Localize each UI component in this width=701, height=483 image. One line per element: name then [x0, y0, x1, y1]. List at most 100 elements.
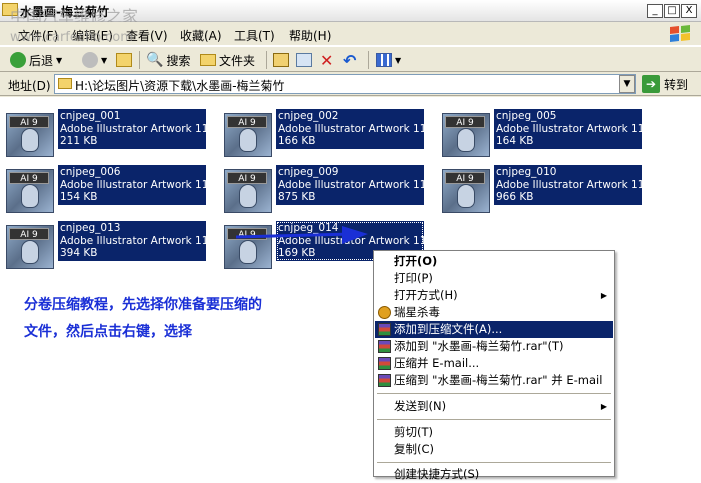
file-info: cnjpeg_013 Adobe Illustrator Artwork 11.… [58, 221, 206, 261]
file-name: cnjpeg_006 [60, 166, 121, 178]
chevron-down-icon: ▼ [623, 79, 631, 89]
title-bar[interactable]: 水墨画-梅兰菊竹 中国汽车维修之家 _ □ X [0, 0, 701, 26]
context-menu: 打开(O) 打印(P) 打开方式(H) ▶ 瑞星杀毒 添加到压缩文件(A)... … [373, 250, 615, 481]
up-folder-button[interactable] [116, 50, 132, 70]
windows-logo-icon [670, 25, 690, 42]
file-info: cnjpeg_005 Adobe Illustrator Artwork 11.… [494, 109, 642, 149]
ai-file-icon: AI 9 [442, 169, 490, 213]
folders-label: 文件夹 [219, 53, 256, 68]
back-button[interactable]: 后退 ▼ [10, 50, 62, 70]
menu-create-shortcut[interactable]: 创建快捷方式(S) [375, 466, 613, 483]
file-info: cnjpeg_002 Adobe Illustrator Artwork 11.… [276, 109, 424, 149]
menu-copy[interactable]: 复制(C) [375, 441, 613, 458]
views-button[interactable]: ▼ [376, 50, 401, 70]
thumbnail-face [457, 184, 475, 208]
file-type-tag: AI 9 [445, 116, 485, 128]
antivirus-icon [378, 306, 391, 319]
search-button[interactable]: 🔍 搜索 [146, 50, 190, 70]
go-button[interactable]: ➔ 转到 [642, 75, 688, 93]
thumbnail-face [21, 128, 39, 152]
menu-open-with[interactable]: 打开方式(H) ▶ [375, 287, 613, 304]
file-type: Adobe Illustrator Artwork 11.0 [496, 178, 642, 191]
menu-label: 复制(C) [394, 442, 435, 456]
file-name: cnjpeg_002 [278, 110, 339, 122]
thumbnail-face [21, 240, 39, 264]
winrar-icon [378, 340, 391, 353]
menu-help[interactable]: 帮助(H) [289, 27, 331, 44]
file-tile[interactable]: AI 9 cnjpeg_009 Adobe Illustrator Artwor… [218, 165, 428, 213]
go-arrow-icon: ➔ [642, 75, 660, 93]
folder-icon [58, 78, 72, 89]
folders-icon [200, 54, 216, 66]
chevron-down-icon: ▼ [56, 55, 63, 65]
menu-add-to-rar[interactable]: 添加到 "水墨画-梅兰菊竹.rar"(T) [375, 338, 613, 355]
file-type-tag: AI 9 [227, 172, 267, 184]
submenu-arrow-icon: ▶ [600, 402, 607, 411]
address-dropdown-button[interactable]: ▼ [619, 75, 635, 93]
back-label: 后退 [29, 53, 54, 68]
close-button[interactable]: X [681, 4, 697, 18]
file-size: 211 KB [60, 135, 98, 147]
move-to-button[interactable] [273, 50, 289, 70]
file-tile[interactable]: AI 9 cnjpeg_006 Adobe Illustrator Artwor… [0, 165, 210, 213]
menu-compress-rar-email[interactable]: 压缩到 "水墨画-梅兰菊竹.rar" 并 E-mail [375, 372, 613, 389]
file-tile[interactable]: AI 9 cnjpeg_002 Adobe Illustrator Artwor… [218, 109, 428, 157]
search-icon: 🔍 [146, 52, 164, 68]
undo-button[interactable]: ↶ [343, 50, 356, 70]
winrar-icon [378, 374, 391, 387]
views-icon [376, 53, 392, 67]
toolbar-separator [266, 51, 267, 69]
menu-open[interactable]: 打开(O) [375, 253, 613, 270]
forward-button[interactable]: ▼ [82, 50, 107, 70]
menu-separator [377, 393, 611, 394]
address-value: H:\论坛图片\资源下载\水墨画-梅兰菊竹 [75, 79, 285, 93]
file-info: cnjpeg_006 Adobe Illustrator Artwork 11.… [58, 165, 206, 205]
ai-file-icon: AI 9 [6, 225, 54, 269]
menu-label: 打印(P) [394, 271, 433, 285]
file-size: 875 KB [278, 191, 316, 203]
thumbnail-face [21, 184, 39, 208]
menu-send-to[interactable]: 发送到(N) ▶ [375, 398, 613, 415]
minimize-button[interactable]: _ [647, 4, 663, 18]
menu-tools[interactable]: 工具(T) [234, 27, 275, 44]
ai-file-icon: AI 9 [6, 169, 54, 213]
menu-label: 压缩并 E-mail... [394, 356, 480, 370]
menu-label: 瑞星杀毒 [394, 305, 440, 319]
file-type-tag: AI 9 [9, 116, 49, 128]
menu-add-to-archive[interactable]: 添加到压缩文件(A)... [375, 321, 613, 338]
folders-button[interactable]: 文件夹 [200, 50, 255, 70]
winrar-icon [378, 357, 391, 370]
ai-file-icon: AI 9 [442, 113, 490, 157]
menu-print[interactable]: 打印(P) [375, 270, 613, 287]
menu-separator [377, 419, 611, 420]
file-type: Adobe Illustrator Artwork 11.0 [496, 122, 642, 135]
menu-favorites[interactable]: 收藏(A) [180, 27, 222, 44]
chevron-down-icon: ▼ [395, 55, 402, 65]
address-input[interactable]: H:\论坛图片\资源下载\水墨画-梅兰菊竹 [54, 74, 636, 94]
toolbar-separator [139, 51, 140, 69]
file-type-tag: AI 9 [227, 116, 267, 128]
file-type: Adobe Illustrator Artwork 11.0 [60, 234, 206, 247]
file-tile[interactable]: AI 9 cnjpeg_010 Adobe Illustrator Artwor… [436, 165, 646, 213]
file-type: Adobe Illustrator Artwork 11.0 [278, 178, 424, 191]
file-name: cnjpeg_001 [60, 110, 121, 122]
annotation-line-2: 文件，然后点击右键，选择 [24, 324, 192, 340]
ai-file-icon: AI 9 [224, 113, 272, 157]
menu-separator [377, 462, 611, 463]
menu-compress-email[interactable]: 压缩并 E-mail... [375, 355, 613, 372]
maximize-button[interactable]: □ [664, 4, 680, 18]
file-tile[interactable]: AI 9 cnjpeg_001 Adobe Illustrator Artwor… [0, 109, 210, 157]
copy-to-button[interactable] [296, 50, 312, 70]
menu-cut[interactable]: 剪切(T) [375, 424, 613, 441]
file-size: 394 KB [60, 247, 98, 259]
copy-to-icon [296, 53, 312, 67]
menu-label: 打开方式(H) [394, 288, 458, 302]
delete-button[interactable]: ✕ [320, 50, 333, 70]
move-to-icon [273, 53, 289, 67]
menu-antivirus[interactable]: 瑞星杀毒 [375, 304, 613, 321]
file-size: 154 KB [60, 191, 98, 203]
watermark-url: www.carfecho.com [10, 30, 133, 45]
file-tile[interactable]: AI 9 cnjpeg_013 Adobe Illustrator Artwor… [0, 221, 210, 269]
file-name: cnjpeg_013 [60, 222, 121, 234]
file-tile[interactable]: AI 9 cnjpeg_005 Adobe Illustrator Artwor… [436, 109, 646, 157]
